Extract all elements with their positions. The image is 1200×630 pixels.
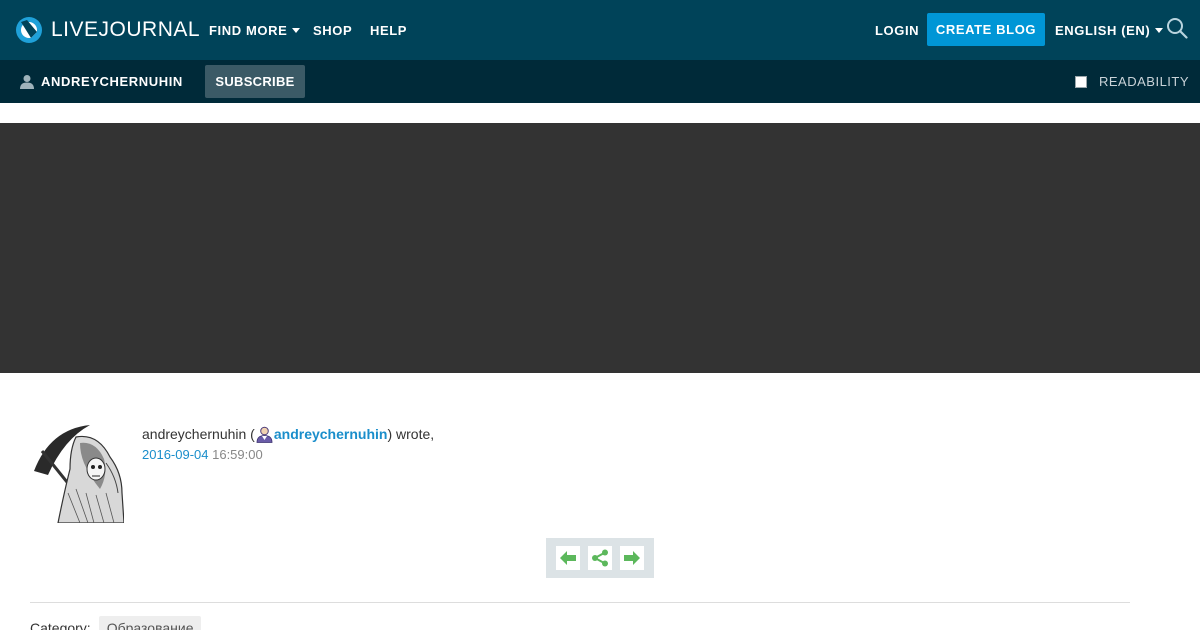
next-entry-button[interactable]: [620, 546, 644, 570]
entry-divider: [30, 602, 1130, 603]
create-blog-label: CREATE BLOG: [935, 22, 1037, 37]
entry-datetime: 2016-09-04 16:59:00: [142, 447, 263, 462]
share-icon: [592, 549, 608, 567]
readability-label: READABILITY: [1099, 74, 1190, 89]
journal-owner[interactable]: ANDREYCHERNUHIN: [20, 60, 183, 103]
chevron-down-icon: [1155, 27, 1164, 33]
nav-help-label: HELP: [370, 22, 408, 38]
previous-entry-button[interactable]: [556, 546, 580, 570]
create-blog-button[interactable]: CREATE BLOG: [927, 13, 1045, 46]
login-label: LOGIN: [875, 22, 920, 38]
nav-help[interactable]: HELP: [370, 0, 407, 60]
grim-reaper-avatar-image: [30, 423, 124, 523]
nav-find-more[interactable]: FIND MORE: [209, 0, 301, 60]
language-selector[interactable]: ENGLISH (EN): [1055, 0, 1164, 60]
subscribe-label: SUBSCRIBE: [215, 74, 295, 89]
arrow-right-icon: [624, 551, 640, 565]
avatar[interactable]: [30, 423, 124, 523]
entry-category: Category: Образование: [30, 615, 202, 630]
category-label: Category:: [30, 620, 91, 630]
journal-header-banner: [0, 123, 1200, 373]
entry-date-link[interactable]: 2016-09-04: [142, 447, 209, 462]
entry-byline: andreychernuhin ( andreychernuhin ) wrot…: [142, 425, 434, 443]
share-button[interactable]: [588, 546, 612, 570]
subscribe-button[interactable]: SUBSCRIBE: [205, 65, 305, 98]
readability-toggle[interactable]: READABILITY: [1075, 60, 1189, 103]
nav-shop[interactable]: SHOP: [313, 0, 352, 60]
byline-wrote: ) wrote,: [387, 426, 435, 442]
livejournal-logo-icon: [16, 17, 42, 43]
nav-find-more-label: FIND MORE: [209, 22, 288, 38]
user-icon: [20, 75, 34, 89]
language-label: ENGLISH (EN): [1055, 22, 1151, 38]
journal-bar: ANDREYCHERNUHIN SUBSCRIBE READABILITY: [0, 60, 1200, 103]
chevron-down-icon: [292, 27, 301, 33]
arrow-left-icon: [560, 551, 576, 565]
top-navigation-bar: LIVEJOURNAL FIND MORE SHOP HELP LOGIN CR…: [0, 0, 1200, 60]
entry-time: 16:59:00: [208, 447, 263, 462]
logo-text: LIVEJOURNAL: [51, 18, 201, 41]
category-tag[interactable]: Образование: [98, 616, 202, 630]
journal-owner-name: ANDREYCHERNUHIN: [41, 74, 183, 89]
search-icon[interactable]: [1166, 17, 1188, 39]
ljuser-link[interactable]: andreychernuhin: [274, 426, 388, 442]
byline-open-paren: (: [246, 426, 255, 442]
readability-checkbox[interactable]: [1075, 75, 1087, 88]
user-profile-icon[interactable]: [256, 426, 273, 443]
author-name: andreychernuhin: [142, 426, 247, 442]
livejournal-logo[interactable]: LIVEJOURNAL: [15, 15, 200, 45]
nav-shop-label: SHOP: [313, 22, 353, 38]
entry-navigation-tools: [546, 538, 654, 578]
login-link[interactable]: LOGIN: [875, 0, 919, 60]
